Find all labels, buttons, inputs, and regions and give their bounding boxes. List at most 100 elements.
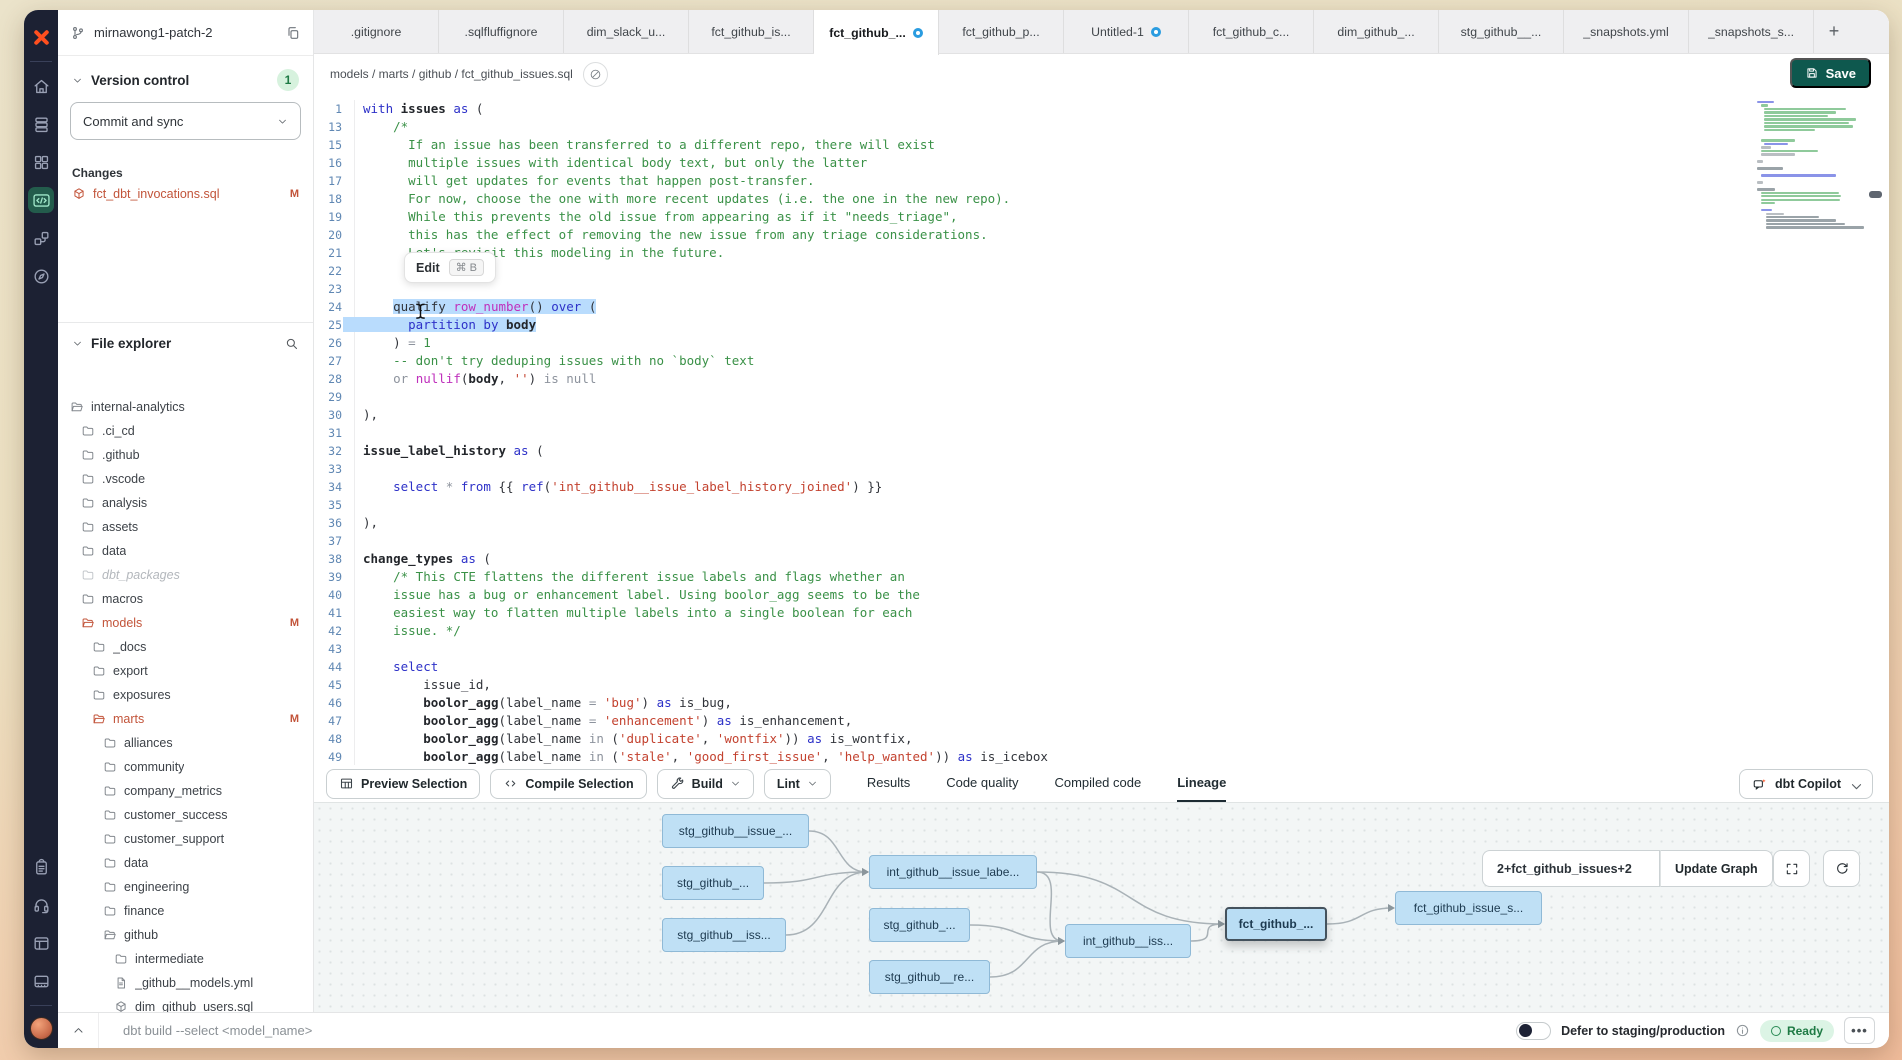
editor-tab[interactable]: .sqlfluffignore: [439, 10, 564, 53]
clipboard-icon[interactable]: [28, 854, 54, 880]
file-explorer-header[interactable]: File explorer: [58, 323, 313, 358]
support-headset-icon[interactable]: [28, 892, 54, 918]
editor-tab[interactable]: _snapshots_s...: [1689, 10, 1814, 53]
scrollbar-thumb[interactable]: [1869, 191, 1882, 198]
code-line-text[interactable]: /* This CTE flattens the different issue…: [354, 568, 1889, 586]
code-line-text[interactable]: multiple issues with identical body text…: [354, 154, 1889, 172]
tree-item[interactable]: .github: [58, 443, 313, 467]
code-line-text[interactable]: select: [354, 658, 1889, 676]
code-line-text[interactable]: issue_label_history as (: [354, 442, 1889, 460]
copy-branch-icon[interactable]: [285, 25, 301, 41]
update-graph-button[interactable]: Update Graph: [1660, 850, 1773, 887]
code-line-text[interactable]: [354, 280, 1889, 298]
code-line-text[interactable]: boolor_agg(label_name in ('stale', 'good…: [354, 748, 1889, 765]
tree-item[interactable]: community: [58, 755, 313, 779]
code-line-text[interactable]: select * from {{ ref('int_github__issue_…: [354, 478, 1889, 496]
home-icon[interactable]: [28, 73, 54, 99]
code-line-text[interactable]: or nullif(body, '') is null: [354, 370, 1889, 388]
code-line-text[interactable]: ) = 1: [354, 334, 1889, 352]
panel-tab-compiled-code[interactable]: Compiled code: [1054, 765, 1141, 802]
editor-tab[interactable]: Untitled-1: [1064, 10, 1189, 53]
fullscreen-button[interactable]: [1773, 850, 1810, 887]
develop-code-icon[interactable]: [28, 187, 54, 213]
code-line-text[interactable]: [354, 460, 1889, 478]
editor-tab[interactable]: fct_github_is...: [689, 10, 814, 53]
compile-selection-button[interactable]: Compile Selection: [490, 769, 646, 799]
code-line-text[interactable]: ),: [354, 514, 1889, 532]
editor-tab[interactable]: dim_github_...: [1314, 10, 1439, 53]
code-line-text[interactable]: While this prevents the old issue from a…: [354, 208, 1889, 226]
tree-item[interactable]: customer_success: [58, 803, 313, 827]
code-line-text[interactable]: issue_id,: [354, 676, 1889, 694]
lint-button[interactable]: Lint: [764, 769, 831, 799]
tree-item[interactable]: alliances: [58, 731, 313, 755]
tree-item[interactable]: .vscode: [58, 467, 313, 491]
tree-item[interactable]: assets: [58, 515, 313, 539]
editor-tab[interactable]: dim_slack_u...: [564, 10, 689, 53]
lineage-node[interactable]: int_github__iss...: [1065, 924, 1191, 958]
keyboard-shortcuts-icon[interactable]: [28, 968, 54, 994]
tree-item[interactable]: finance: [58, 899, 313, 923]
lineage-node[interactable]: stg_github_...: [869, 908, 970, 942]
tree-item[interactable]: modelsM: [58, 611, 313, 635]
command-input[interactable]: dbt build --select <model_name>: [98, 1013, 1516, 1048]
code-line-text[interactable]: issue has a bug or enhancement label. Us…: [354, 586, 1889, 604]
tree-item[interactable]: _docs: [58, 635, 313, 659]
explore-compass-icon[interactable]: [28, 263, 54, 289]
orchestration-icon[interactable]: [28, 225, 54, 251]
editor-tab[interactable]: fct_github_p...: [939, 10, 1064, 53]
tree-item[interactable]: intermediate: [58, 947, 313, 971]
tree-item[interactable]: analysis: [58, 491, 313, 515]
code-line-text[interactable]: [354, 496, 1889, 514]
code-line-text[interactable]: boolor_agg(label_name = 'bug') as is_bug…: [354, 694, 1889, 712]
build-button[interactable]: Build: [657, 769, 754, 799]
tree-item[interactable]: company_metrics: [58, 779, 313, 803]
changed-file-item[interactable]: fct_dbt_invocations.sqlM: [58, 182, 313, 206]
lineage-node[interactable]: int_github__issue_labe...: [869, 855, 1037, 889]
code-line-text[interactable]: /*: [354, 118, 1889, 136]
lineage-node[interactable]: stg_github__re...: [869, 960, 990, 994]
expand-command-bar-button[interactable]: [58, 1024, 98, 1037]
edit-tooltip-label[interactable]: Edit: [416, 261, 440, 275]
editor-tab[interactable]: fct_github_...: [814, 10, 939, 55]
tree-item[interactable]: dim_github_users.sql: [58, 995, 313, 1012]
tree-item[interactable]: _github__models.yml: [58, 971, 313, 995]
lineage-selector-input[interactable]: 2+fct_github_issues+2: [1482, 850, 1660, 887]
tree-item[interactable]: customer_support: [58, 827, 313, 851]
code-line-text[interactable]: issue. */: [354, 622, 1889, 640]
panel-tab-lineage[interactable]: Lineage: [1177, 765, 1226, 802]
panel-tab-results[interactable]: Results: [867, 765, 910, 802]
preview-selection-button[interactable]: Preview Selection: [326, 769, 480, 799]
lineage-node[interactable]: stg_github__issue_...: [662, 814, 809, 848]
new-tab-button[interactable]: +: [1814, 10, 1854, 53]
save-button[interactable]: Save: [1790, 58, 1871, 88]
git-branch-row[interactable]: mirnawong1-patch-2: [58, 10, 313, 56]
code-line-text[interactable]: easiest way to flatten multiple labels i…: [354, 604, 1889, 622]
code-line-text[interactable]: will get updates for events that happen …: [354, 172, 1889, 190]
code-line-text[interactable]: [354, 388, 1889, 406]
code-line-text[interactable]: qualify row_number() over (: [354, 298, 1889, 316]
apps-grid-icon[interactable]: [28, 149, 54, 175]
code-line-text[interactable]: -- don't try deduping issues with no `bo…: [354, 352, 1889, 370]
version-control-header[interactable]: Version control 1: [58, 56, 313, 98]
code-line-text[interactable]: ),: [354, 406, 1889, 424]
tree-item[interactable]: internal-analytics: [58, 395, 313, 419]
tree-item[interactable]: export: [58, 659, 313, 683]
tree-item[interactable]: .ci_cd: [58, 419, 313, 443]
lineage-node[interactable]: stg_github_...: [662, 866, 764, 900]
code-line-text[interactable]: with issues as (: [354, 100, 1889, 118]
tree-item[interactable]: macros: [58, 587, 313, 611]
dbt-copilot-button[interactable]: dbt Copilot: [1739, 769, 1873, 799]
lineage-node[interactable]: fct_github_...: [1225, 907, 1327, 941]
search-icon[interactable]: [284, 336, 299, 351]
code-line-text[interactable]: For now, choose the one with more recent…: [354, 190, 1889, 208]
refresh-graph-button[interactable]: [1823, 850, 1860, 887]
tree-item[interactable]: data: [58, 851, 313, 875]
editor-tab[interactable]: stg_github__...: [1439, 10, 1564, 53]
code-line-text[interactable]: If an issue has been transferred to a di…: [354, 136, 1889, 154]
lineage-node[interactable]: fct_github_issue_s...: [1395, 891, 1542, 925]
tree-item[interactable]: data: [58, 539, 313, 563]
code-line-text[interactable]: boolor_agg(label_name in ('duplicate', '…: [354, 730, 1889, 748]
defer-toggle[interactable]: [1516, 1022, 1551, 1040]
copy-path-button[interactable]: [583, 62, 608, 87]
